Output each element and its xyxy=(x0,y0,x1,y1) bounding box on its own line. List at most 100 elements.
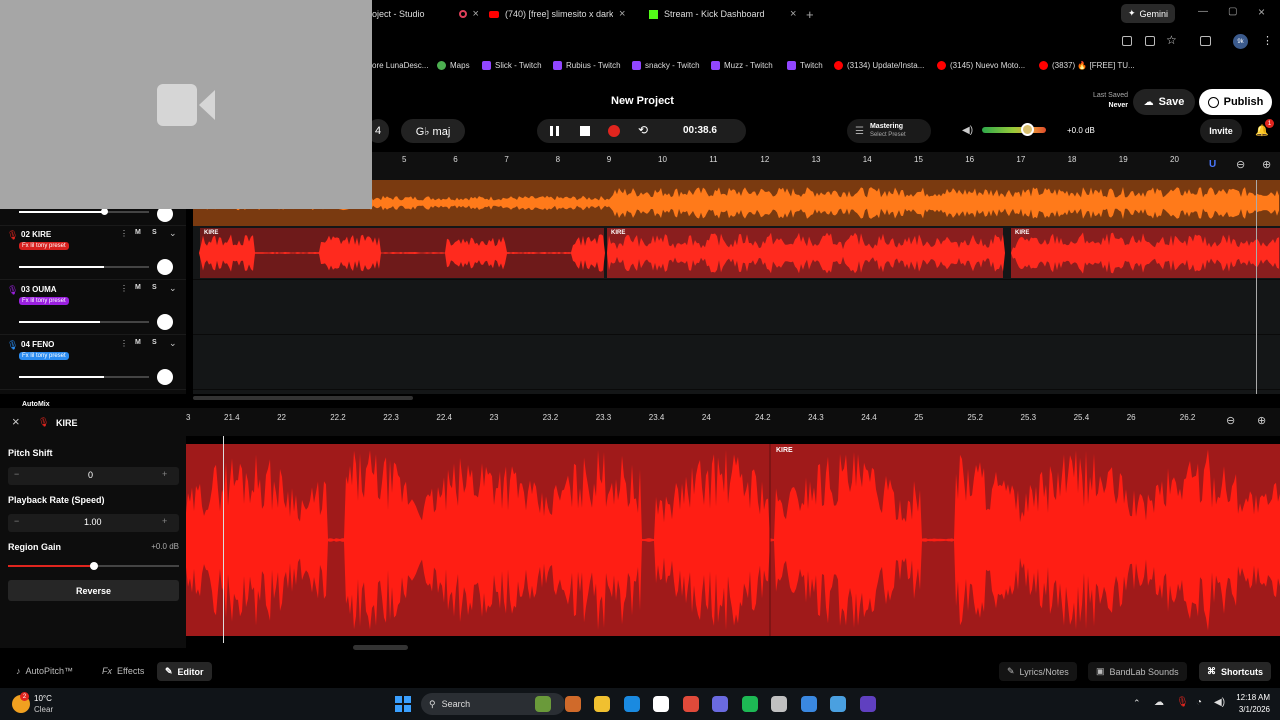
mute-button[interactable]: M xyxy=(135,284,141,291)
pitch-stepper[interactable]: − 0 + xyxy=(8,467,179,485)
mute-button[interactable]: M xyxy=(135,229,141,236)
save-button[interactable]: ☁ Save xyxy=(1133,89,1195,115)
editor-waveform[interactable]: KIRE xyxy=(186,436,1280,643)
clock-time[interactable]: 12:18 AM xyxy=(1228,693,1270,702)
bookmark-item[interactable]: Twitch xyxy=(787,61,823,70)
pan-knob[interactable] xyxy=(157,314,173,330)
translate-icon[interactable] xyxy=(1122,36,1132,46)
stop-icon[interactable] xyxy=(580,126,590,136)
copilot-icon[interactable] xyxy=(564,696,581,712)
app-icon[interactable] xyxy=(859,696,876,712)
autopitch-button[interactable]: ♪ AutoPitch™ xyxy=(10,662,79,680)
track-03[interactable]: 🎙 03 OUMA Fx lil tony preset ⋮ M S ⌄ xyxy=(0,281,186,335)
bookmark-item[interactable]: snacky - Twitch xyxy=(632,61,700,70)
file-explorer-icon[interactable] xyxy=(594,696,610,712)
chrome-icon[interactable] xyxy=(682,696,699,712)
clock-date[interactable]: 3/1/2026 xyxy=(1228,705,1270,714)
track-menu-icon[interactable]: ⋮ xyxy=(120,284,128,293)
pan-knob[interactable] xyxy=(157,369,173,385)
install-icon[interactable] xyxy=(1145,36,1155,46)
gain-slider[interactable] xyxy=(8,562,179,570)
lane-02[interactable]: KIRE KIRE KIRE xyxy=(193,226,1280,280)
zoom-in-icon[interactable]: ⊕ xyxy=(1262,158,1271,171)
automix-label[interactable]: AutoMix xyxy=(22,401,50,408)
editor-button[interactable]: ✎ Editor xyxy=(157,662,212,681)
editor-playhead[interactable] xyxy=(223,436,224,643)
publish-button[interactable]: Publish xyxy=(1199,89,1272,115)
volume-slider[interactable] xyxy=(19,376,149,378)
microphone-icon[interactable]: 🎙 xyxy=(1176,697,1189,708)
sidepanel-icon[interactable] xyxy=(1200,36,1211,46)
photos-icon[interactable] xyxy=(830,696,846,712)
close-window-button[interactable]: × xyxy=(1258,5,1265,19)
plus-icon[interactable]: + xyxy=(162,469,167,479)
lane-03[interactable] xyxy=(193,281,1280,335)
reverse-button[interactable]: Reverse xyxy=(8,580,179,601)
effects-button[interactable]: Fx Effects xyxy=(96,662,150,680)
pitch-value[interactable]: 0 xyxy=(88,470,93,480)
record-icon[interactable] xyxy=(608,125,620,137)
chevron-down-icon[interactable]: ⌄ xyxy=(169,228,177,239)
track-menu-icon[interactable]: ⋮ xyxy=(120,229,128,238)
windows-start-icon[interactable] xyxy=(395,696,411,712)
slider-thumb[interactable] xyxy=(89,562,98,570)
track-menu-icon[interactable]: ⋮ xyxy=(120,339,128,348)
red-clips[interactable] xyxy=(193,226,1280,280)
editor-scrollbar[interactable] xyxy=(353,645,408,650)
project-title[interactable]: New Project xyxy=(611,95,674,107)
horizontal-scrollbar[interactable] xyxy=(193,396,413,400)
bookmark-item[interactable]: (3837) 🔥 [FREE] TU... xyxy=(1039,61,1135,70)
solo-button[interactable]: S xyxy=(152,229,157,236)
bookmark-item[interactable]: ore LunaDesc... xyxy=(372,61,428,70)
cloud-icon[interactable]: ☁ xyxy=(1154,697,1164,708)
chevron-up-icon[interactable]: ⌃ xyxy=(1133,698,1141,709)
volume-thumb[interactable] xyxy=(1020,123,1034,136)
bookmark-item[interactable]: Rubius - Twitch xyxy=(553,61,621,70)
bookmark-item[interactable]: (3145) Nuevo Moto... xyxy=(937,61,1025,70)
solo-button[interactable]: S xyxy=(152,339,157,346)
pan-knob[interactable] xyxy=(157,259,173,275)
rate-value[interactable]: 1.00 xyxy=(84,517,102,527)
bookmark-item[interactable]: (3134) Update/Insta... xyxy=(834,61,924,70)
new-tab-button[interactable]: + xyxy=(806,3,814,25)
lyrics-button[interactable]: ✎ Lyrics/Notes xyxy=(999,662,1077,681)
loop-icon[interactable]: ⟲ xyxy=(638,123,648,137)
profile-avatar[interactable]: 9k xyxy=(1233,34,1248,49)
pause-icon[interactable] xyxy=(550,126,559,136)
master-volume-slider[interactable] xyxy=(982,123,1046,136)
maximize-button[interactable]: ▢ xyxy=(1228,6,1237,17)
gemini-button[interactable]: ✦ Gemini xyxy=(1121,4,1175,23)
bookmark-item[interactable]: Maps xyxy=(437,61,470,70)
playhead[interactable] xyxy=(1256,180,1257,394)
widget-icon[interactable] xyxy=(535,696,551,712)
fx-preset-badge[interactable]: Fx lil tony preset xyxy=(19,242,69,250)
tab-studio[interactable]: oject - Studio × xyxy=(372,3,479,25)
snap-icon[interactable]: U xyxy=(1209,159,1219,170)
solo-button[interactable]: S xyxy=(152,284,157,291)
menu-icon[interactable]: ⋮ xyxy=(1262,34,1273,47)
close-icon[interactable]: × xyxy=(790,8,796,20)
slider-thumb[interactable] xyxy=(101,208,108,215)
discord-icon[interactable] xyxy=(712,696,728,712)
tab-kick[interactable]: Stream - Kick Dashboard × xyxy=(649,3,796,25)
zoom-out-icon[interactable]: ⊖ xyxy=(1226,414,1235,427)
close-icon[interactable]: × xyxy=(473,8,479,20)
chevron-down-icon[interactable]: ⌄ xyxy=(169,338,177,349)
minus-icon[interactable]: − xyxy=(14,516,19,526)
rate-stepper[interactable]: − 1.00 + xyxy=(8,514,179,532)
obs-icon[interactable] xyxy=(771,696,787,712)
editor-ruler[interactable]: 3 21.4 22 22.2 22.3 22.4 23 23.2 23.3 23.4 24 24.2 2… xyxy=(186,408,1280,436)
chrome-profile-icon[interactable] xyxy=(800,696,817,712)
spotify-icon[interactable] xyxy=(741,696,758,712)
track-04[interactable]: 🎙 04 FENO Fx lil tony preset ⋮ M S ⌄ xyxy=(0,336,186,390)
lane-04[interactable] xyxy=(193,336,1280,390)
volume-slider[interactable] xyxy=(19,266,149,268)
volume-slider[interactable] xyxy=(19,211,149,213)
chevron-down-icon[interactable]: ⌄ xyxy=(169,283,177,294)
key-selector[interactable]: G♭ maj xyxy=(401,119,465,143)
fx-preset-badge[interactable]: Fx lil tony preset xyxy=(19,297,69,305)
arrangement-lanes[interactable]: KIRE KIRE KIRE xyxy=(193,180,1280,400)
sounds-button[interactable]: ▣ BandLab Sounds xyxy=(1088,662,1187,681)
invite-button[interactable]: Invite xyxy=(1200,119,1242,143)
close-icon[interactable]: × xyxy=(619,8,625,20)
